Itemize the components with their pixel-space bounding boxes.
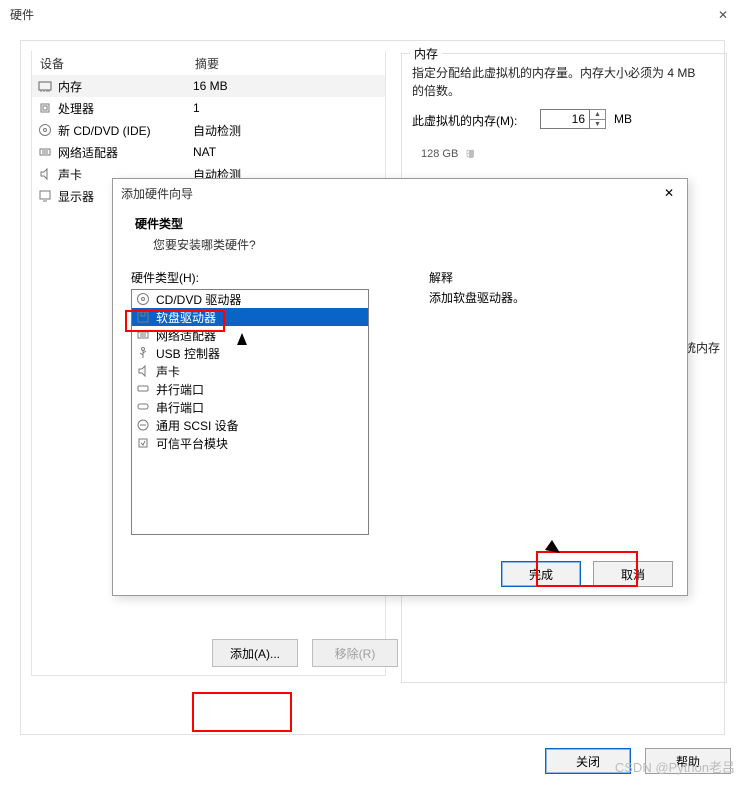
- cpu-icon: [38, 101, 52, 115]
- hardware-title: 硬件: [10, 6, 34, 23]
- hardware-type-name: 并行端口: [156, 381, 204, 398]
- remove-hardware-button: 移除(R): [312, 639, 398, 667]
- memory-icon: [38, 79, 52, 93]
- hardware-type-name: 串行端口: [156, 399, 204, 416]
- hardware-type-item[interactable]: 网络适配器: [132, 326, 368, 344]
- hardware-titlebar: 硬件 ✕: [0, 0, 745, 30]
- tpm-icon: [136, 436, 150, 450]
- device-row[interactable]: 新 CD/DVD (IDE) 自动检测: [32, 119, 385, 141]
- wizard-heading: 硬件类型: [135, 215, 665, 232]
- floppy-icon: [136, 310, 150, 324]
- hardware-type-list[interactable]: CD/DVD 驱动器软盘驱动器网络适配器USB 控制器声卡并行端口串行端口通用 …: [131, 289, 369, 535]
- device-row[interactable]: 处理器 1: [32, 97, 385, 119]
- wizard-title: 添加硬件向导: [121, 185, 193, 202]
- hardware-type-item[interactable]: 并行端口: [132, 380, 368, 398]
- close-icon[interactable]: ✕: [705, 2, 741, 28]
- hardware-type-item[interactable]: 可信平台模块: [132, 434, 368, 452]
- memory-desc-l1: 指定分配给此虚拟机的内存量。内存大小必须为 4 MB: [412, 66, 695, 80]
- parallel-icon: [136, 382, 150, 396]
- network-icon: [38, 145, 52, 159]
- explanation-label: 解释: [429, 269, 453, 286]
- hardware-type-label: 硬件类型(H):: [131, 269, 199, 286]
- hardware-type-name: 可信平台模块: [156, 435, 228, 452]
- display-icon: [38, 189, 52, 203]
- device-table-header: 设备 摘要: [32, 51, 385, 75]
- sound-icon: [136, 364, 150, 378]
- memory-description: 指定分配给此虚拟机的内存量。内存大小必须为 4 MB 的倍数。: [412, 64, 722, 100]
- disc-icon: [136, 292, 150, 306]
- usb-icon: [136, 346, 150, 360]
- device-name: 声卡: [58, 166, 82, 183]
- hardware-type-name: 软盘驱动器: [156, 309, 216, 326]
- device-header-summary: 摘要: [187, 51, 385, 74]
- memory-slider[interactable]: 128 GB ⊟: [421, 146, 706, 160]
- explanation-text: 添加软盘驱动器。: [429, 289, 684, 535]
- wizard-header: 硬件类型 您要安装哪类硬件?: [113, 207, 687, 265]
- memory-top-tick: 128 GB: [421, 148, 458, 160]
- device-summary: NAT: [187, 145, 385, 159]
- device-name: 显示器: [58, 188, 94, 205]
- memory-field-row: 此虚拟机的内存(M): ▲▼ MB: [412, 112, 712, 129]
- watermark: CSDN @Python老吕: [615, 757, 735, 776]
- device-summary: 自动检测: [187, 122, 385, 139]
- wizard-subheading: 您要安装哪类硬件?: [135, 236, 665, 253]
- device-header-device: 设备: [32, 51, 187, 74]
- network-icon: [136, 328, 150, 342]
- hardware-type-name: 声卡: [156, 363, 180, 380]
- device-name: 内存: [58, 78, 82, 95]
- device-summary: 1: [187, 101, 385, 115]
- hardware-type-item[interactable]: 声卡: [132, 362, 368, 380]
- scsi-icon: [136, 418, 150, 432]
- device-row[interactable]: 网络适配器 NAT: [32, 141, 385, 163]
- wizard-titlebar: 添加硬件向导 ✕: [113, 179, 687, 207]
- wizard-body: 硬件类型(H): CD/DVD 驱动器软盘驱动器网络适配器USB 控制器声卡并行…: [129, 259, 673, 549]
- hardware-type-item[interactable]: 串行端口: [132, 398, 368, 416]
- sound-icon: [38, 167, 52, 181]
- device-summary: 16 MB: [187, 79, 385, 93]
- hardware-type-item[interactable]: 通用 SCSI 设备: [132, 416, 368, 434]
- memory-input[interactable]: [540, 109, 590, 129]
- cancel-button[interactable]: 取消: [593, 561, 673, 587]
- memory-field-label: 此虚拟机的内存(M):: [412, 112, 517, 129]
- wizard-buttons: 完成 取消: [501, 561, 673, 587]
- device-row[interactable]: 内存 16 MB: [32, 75, 385, 97]
- device-name: 处理器: [58, 100, 94, 117]
- hardware-type-item[interactable]: USB 控制器: [132, 344, 368, 362]
- add-hardware-button[interactable]: 添加(A)...: [212, 639, 298, 667]
- hardware-type-name: 通用 SCSI 设备: [156, 417, 239, 434]
- hardware-type-item[interactable]: 软盘驱动器: [132, 308, 368, 326]
- serial-icon: [136, 400, 150, 414]
- device-name: 新 CD/DVD (IDE): [58, 122, 151, 139]
- hardware-type-name: 网络适配器: [156, 327, 216, 344]
- finish-button[interactable]: 完成: [501, 561, 581, 587]
- memory-spinner[interactable]: ▲▼: [590, 109, 606, 129]
- hardware-type-item[interactable]: CD/DVD 驱动器: [132, 290, 368, 308]
- memory-track[interactable]: [469, 150, 473, 158]
- memory-desc-l2: 的倍数。: [412, 84, 460, 98]
- disc-icon: [38, 123, 52, 137]
- device-name: 网络适配器: [58, 144, 118, 161]
- close-icon[interactable]: ✕: [657, 183, 681, 203]
- add-hardware-wizard: 添加硬件向导 ✕ 硬件类型 您要安装哪类硬件? 硬件类型(H): CD/DVD …: [112, 178, 688, 596]
- memory-legend: 内存: [410, 45, 442, 62]
- hardware-type-name: USB 控制器: [156, 345, 220, 362]
- memory-unit: MB: [614, 112, 632, 126]
- device-buttons: 添加(A)... 移除(R): [212, 639, 398, 667]
- hardware-type-name: CD/DVD 驱动器: [156, 291, 241, 308]
